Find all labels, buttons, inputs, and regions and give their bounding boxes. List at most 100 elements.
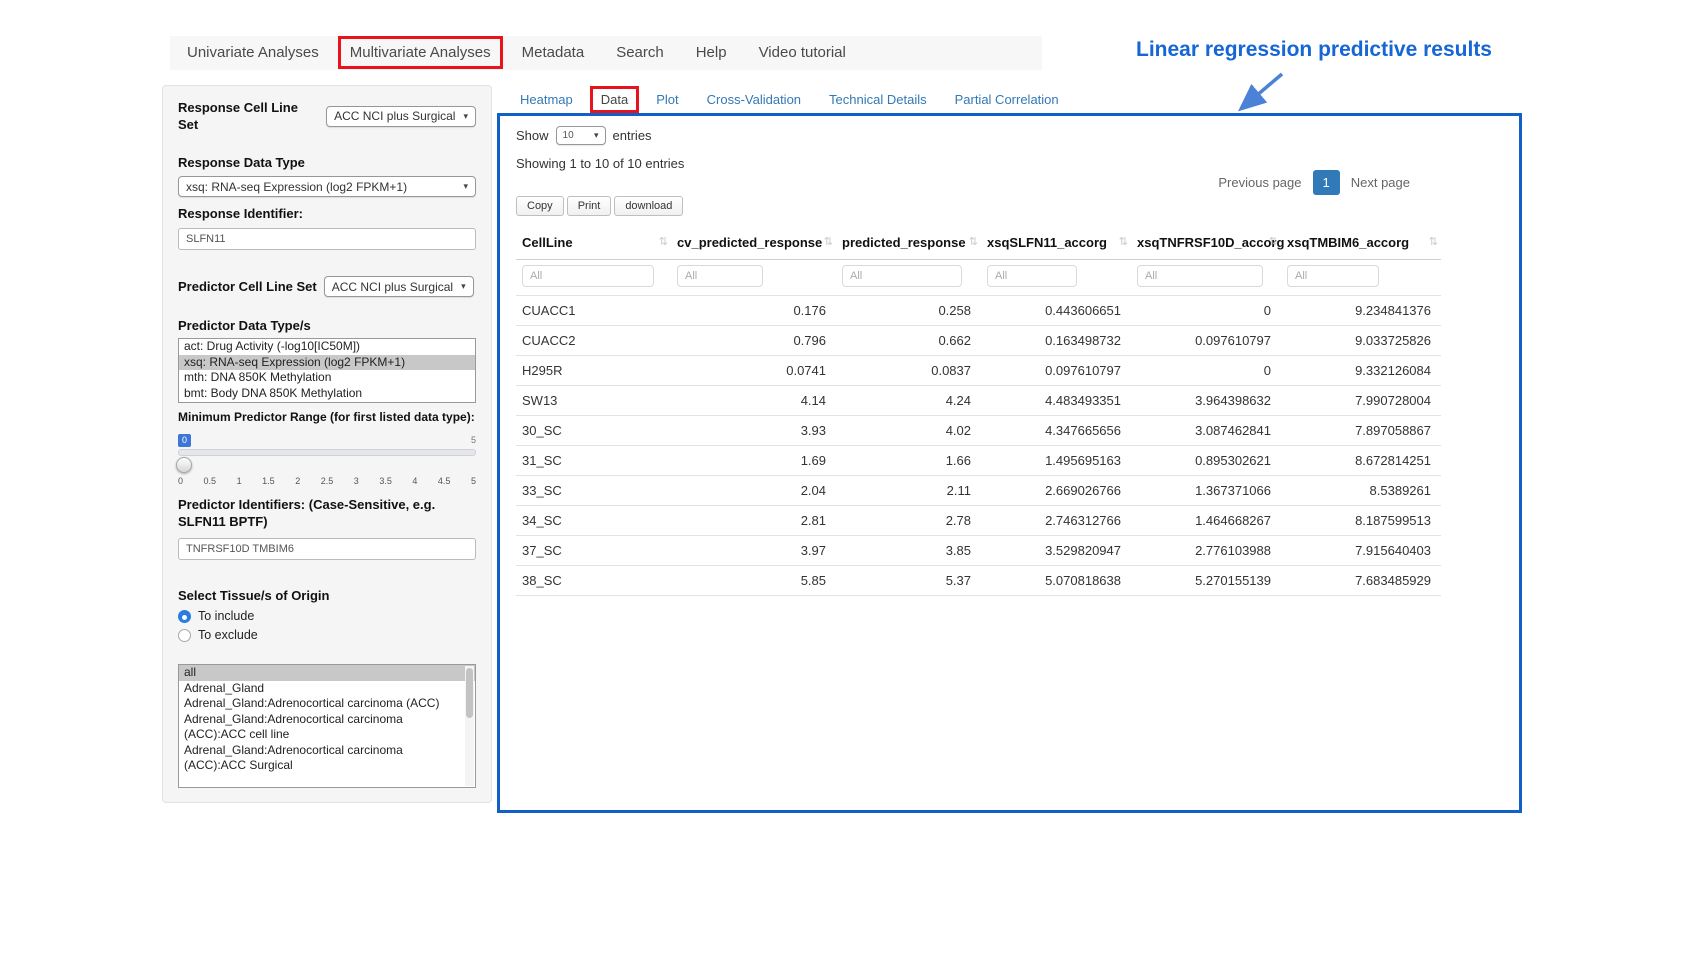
tissue-list[interactable]: allAdrenal_GlandAdrenal_Gland:Adrenocort… bbox=[178, 664, 476, 788]
tissue-option[interactable]: Adrenal_Gland bbox=[179, 681, 475, 697]
response-cell-line-set-select[interactable]: ACC NCI plus Surgical ▾ bbox=[326, 106, 476, 127]
column-header-predicted-response[interactable]: predicted_response⇅ bbox=[836, 226, 981, 260]
tab-plot[interactable]: Plot bbox=[642, 86, 692, 113]
response-identifier-input[interactable] bbox=[178, 228, 476, 250]
radio-icon[interactable] bbox=[178, 610, 191, 623]
table-row: SW134.144.244.4834933513.9643986327.9907… bbox=[516, 386, 1441, 416]
copy-button[interactable]: Copy bbox=[516, 196, 564, 216]
cell-value: 8.672814251 bbox=[1281, 446, 1441, 476]
filter-input-cellline[interactable] bbox=[522, 265, 654, 287]
cell-value: 2.11 bbox=[836, 476, 981, 506]
cell-line-name: H295R bbox=[516, 356, 671, 386]
download-button[interactable]: download bbox=[614, 196, 683, 216]
tissue-option[interactable]: all bbox=[179, 665, 475, 681]
cell-value: 0.662 bbox=[836, 326, 981, 356]
tissue-option[interactable]: Adrenal_Gland:Adrenocortical carcinoma (… bbox=[179, 743, 475, 774]
cell-value: 0.097610797 bbox=[1131, 326, 1281, 356]
slider-track[interactable] bbox=[178, 449, 476, 456]
print-button[interactable]: Print bbox=[567, 196, 612, 216]
filter-input-xsqtmbim6-accorg[interactable] bbox=[1287, 265, 1379, 287]
cell-line-name: 33_SC bbox=[516, 476, 671, 506]
sort-icon[interactable]: ⇅ bbox=[824, 235, 833, 248]
chevron-down-icon: ▾ bbox=[461, 281, 466, 292]
results-panel: Show 10 ▾ entries Showing 1 to 10 of 10 … bbox=[497, 113, 1522, 813]
page-length-value: 10 bbox=[563, 130, 574, 141]
cell-value: 8.5389261 bbox=[1281, 476, 1441, 506]
column-header-xsqslfn11-accorg[interactable]: xsqSLFN11_accorg⇅ bbox=[981, 226, 1131, 260]
cell-value: 0.0837 bbox=[836, 356, 981, 386]
predictor-cell-line-set-label: Predictor Cell Line Set bbox=[178, 278, 317, 295]
scrollbar-thumb[interactable] bbox=[466, 668, 473, 718]
previous-page-button[interactable]: Previous page bbox=[1209, 170, 1310, 195]
tissue-radio-to-exclude[interactable]: To exclude bbox=[178, 628, 476, 642]
sort-icon[interactable]: ⇅ bbox=[1429, 235, 1438, 248]
column-header-xsqtmbim6-accorg[interactable]: xsqTMBIM6_accorg⇅ bbox=[1281, 226, 1441, 260]
response-data-type-select[interactable]: xsq: RNA-seq Expression (log2 FPKM+1) ▾ bbox=[178, 176, 476, 197]
cell-value: 2.78 bbox=[836, 506, 981, 536]
radio-label: To exclude bbox=[198, 628, 258, 642]
page-number-button[interactable]: 1 bbox=[1313, 170, 1340, 195]
table-row: 30_SC3.934.024.3476656563.0874628417.897… bbox=[516, 416, 1441, 446]
filter-input-cv-predicted-response[interactable] bbox=[677, 265, 763, 287]
cell-value: 7.915640403 bbox=[1281, 536, 1441, 566]
nav-item-search[interactable]: Search bbox=[600, 36, 680, 69]
tab-cross-validation[interactable]: Cross-Validation bbox=[693, 86, 815, 113]
predictor-identifiers-input[interactable] bbox=[178, 538, 476, 560]
sort-icon[interactable]: ⇅ bbox=[969, 235, 978, 248]
slider-tick: 4.5 bbox=[438, 476, 451, 486]
filter-input-predicted-response[interactable] bbox=[842, 265, 962, 287]
nav-item-help[interactable]: Help bbox=[680, 36, 743, 69]
cell-value: 3.85 bbox=[836, 536, 981, 566]
response-data-type-label: Response Data Type bbox=[178, 154, 476, 171]
slider-value-badge: 0 bbox=[178, 434, 191, 447]
tab-technical-details[interactable]: Technical Details bbox=[815, 86, 941, 113]
nav-item-video-tutorial[interactable]: Video tutorial bbox=[743, 36, 862, 69]
sort-icon[interactable]: ⇅ bbox=[1119, 235, 1128, 248]
predictor-data-type-option[interactable]: mth: DNA 850K Methylation bbox=[179, 370, 475, 386]
page-length-select[interactable]: 10 ▾ bbox=[556, 126, 606, 145]
tab-data[interactable]: Data bbox=[590, 86, 639, 113]
tab-heatmap[interactable]: Heatmap bbox=[506, 86, 587, 113]
table-info: Showing 1 to 10 of 10 entries bbox=[516, 156, 1505, 171]
tissue-option[interactable]: Adrenal_Gland:Adrenocortical carcinoma (… bbox=[179, 712, 475, 743]
response-cell-line-set-value: ACC NCI plus Surgical bbox=[334, 109, 455, 123]
tissue-option[interactable]: Adrenal_Gland:Adrenocortical carcinoma (… bbox=[179, 696, 475, 712]
column-header-cv-predicted-response[interactable]: cv_predicted_response⇅ bbox=[671, 226, 836, 260]
cell-line-name: 38_SC bbox=[516, 566, 671, 596]
predictor-data-type-option[interactable]: bmt: Body DNA 850K Methylation bbox=[179, 386, 475, 402]
predictor-data-type-label: Predictor Data Type/s bbox=[178, 317, 476, 334]
cell-value: 3.529820947 bbox=[981, 536, 1131, 566]
filter-input-xsqtnfrsf10d-accorg[interactable] bbox=[1137, 265, 1263, 287]
tissue-radio-group: To include To exclude bbox=[178, 609, 476, 642]
table-row: 37_SC3.973.853.5298209472.7761039887.915… bbox=[516, 536, 1441, 566]
scrollbar[interactable] bbox=[465, 666, 474, 786]
table-row: 34_SC2.812.782.7463127661.4646682678.187… bbox=[516, 506, 1441, 536]
next-page-button[interactable]: Next page bbox=[1342, 170, 1419, 195]
column-label: CellLine bbox=[522, 235, 573, 250]
nav-item-multivariate-analyses[interactable]: Multivariate Analyses bbox=[338, 36, 503, 69]
slider-tick: 3 bbox=[354, 476, 359, 486]
nav-item-metadata[interactable]: Metadata bbox=[506, 36, 601, 69]
predictor-data-type-option[interactable]: act: Drug Activity (-log10[IC50M]) bbox=[179, 339, 475, 355]
column-header-cellline[interactable]: CellLine ⇅ bbox=[516, 226, 671, 260]
nav-item-univariate-analyses[interactable]: Univariate Analyses bbox=[171, 36, 335, 69]
chevron-down-icon: ▾ bbox=[463, 111, 468, 122]
annotation-text: Linear regression predictive results bbox=[1030, 38, 1492, 62]
radio-icon[interactable] bbox=[178, 629, 191, 642]
filter-input-xsqslfn11-accorg[interactable] bbox=[987, 265, 1077, 287]
sort-icon[interactable]: ⇅ bbox=[659, 235, 668, 248]
column-header-xsqtnfrsf10d-accorg[interactable]: xsqTNFRSF10D_accorg⇅ bbox=[1131, 226, 1281, 260]
predictor-data-type-list[interactable]: act: Drug Activity (-log10[IC50M])xsq: R… bbox=[178, 338, 476, 403]
predictor-cell-line-set-select[interactable]: ACC NCI plus Surgical ▾ bbox=[324, 276, 474, 297]
cell-line-name: CUACC1 bbox=[516, 296, 671, 326]
sort-icon[interactable]: ⇅ bbox=[1269, 235, 1278, 248]
slider-handle[interactable] bbox=[176, 457, 192, 473]
slider-tick: 0 bbox=[178, 476, 183, 486]
cell-value: 1.66 bbox=[836, 446, 981, 476]
cell-value: 2.746312766 bbox=[981, 506, 1131, 536]
tab-partial-correlation[interactable]: Partial Correlation bbox=[941, 86, 1073, 113]
cell-value: 4.02 bbox=[836, 416, 981, 446]
predictor-data-type-option[interactable]: xsq: RNA-seq Expression (log2 FPKM+1) bbox=[179, 355, 475, 371]
predictor-cell-line-set-row: Predictor Cell Line Set ACC NCI plus Sur… bbox=[178, 276, 476, 297]
tissue-radio-to-include[interactable]: To include bbox=[178, 609, 476, 623]
